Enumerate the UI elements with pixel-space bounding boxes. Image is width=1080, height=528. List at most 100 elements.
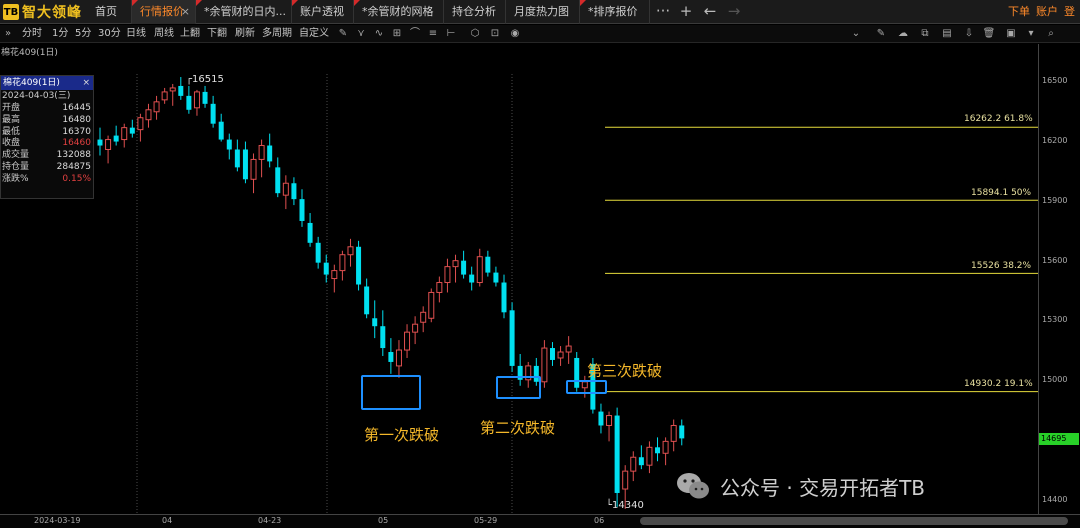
- candle: [186, 85, 192, 114]
- period-daily[interactable]: 日线: [126, 25, 146, 43]
- toolbar-expand-icon[interactable]: »: [5, 25, 11, 43]
- save-icon[interactable]: ▤: [940, 27, 954, 41]
- annotation-first-break: 第一次跌破: [364, 426, 440, 444]
- period-timeshare[interactable]: 分时: [22, 25, 42, 43]
- candle: [606, 411, 613, 442]
- candle: [404, 324, 411, 358]
- candle: [476, 248, 483, 287]
- close-icon[interactable]: ×: [181, 0, 190, 24]
- account-link[interactable]: 账户: [1036, 0, 1058, 24]
- candle: [574, 352, 580, 392]
- add-tab-icon[interactable]: +: [676, 0, 696, 24]
- eye-icon[interactable]: ◉: [508, 27, 522, 41]
- candle: [323, 254, 329, 283]
- candle: [210, 95, 216, 128]
- candle: [509, 302, 515, 372]
- tab-position-analysis[interactable]: 持仓分析: [444, 0, 506, 24]
- candle: [129, 119, 135, 138]
- watermark: 公众号 · 交易开拓者TB: [676, 469, 925, 503]
- period-1min[interactable]: 1分: [52, 25, 68, 43]
- candle: [161, 87, 168, 104]
- info-panel-header[interactable]: 棉花409(1日) ×: [1, 76, 93, 90]
- candle: [420, 306, 427, 333]
- breakdown-box: [361, 375, 421, 410]
- logo-icon: TB: [3, 4, 19, 20]
- page-down-button[interactable]: 下翻: [207, 25, 227, 43]
- price-tick: 14400: [1042, 495, 1068, 504]
- dropdown-icon[interactable]: ▾: [1024, 27, 1038, 41]
- copy-icon[interactable]: ⧉: [918, 27, 932, 41]
- edit-icon[interactable]: ✎: [874, 27, 888, 41]
- drawing-menu-icon[interactable]: ⌄: [848, 27, 864, 41]
- pen-icon[interactable]: ✎: [336, 27, 350, 41]
- arc-icon[interactable]: ⌒: [408, 27, 422, 41]
- period-30min[interactable]: 30分: [98, 25, 121, 43]
- download-icon[interactable]: ⇩: [962, 27, 976, 41]
- chart-toolbar: » 分时 1分 5分 30分 日线 周线 上翻 下翻 刷新 多周期 自定义 ✎ …: [0, 25, 1080, 43]
- close-icon[interactable]: ×: [82, 76, 90, 90]
- candle: [282, 175, 289, 210]
- candle: [347, 238, 354, 267]
- multi-period-button[interactable]: 多周期: [262, 25, 292, 43]
- candle: [461, 250, 467, 279]
- candle: [113, 125, 119, 146]
- price-tick: 15900: [1042, 196, 1068, 205]
- fork-icon[interactable]: ⋎: [354, 27, 368, 41]
- forward-arrow-icon[interactable]: →: [724, 0, 744, 24]
- candle: [202, 85, 208, 108]
- lock-icon[interactable]: ⊡: [488, 27, 502, 41]
- tab-quotes[interactable]: 行情报价 ×: [132, 0, 196, 24]
- candle: [137, 113, 144, 142]
- tab-monthly-heatmap[interactable]: 月度热力图: [506, 0, 580, 24]
- info-row-volume: 成交量 132088: [2, 150, 91, 161]
- order-link[interactable]: 下单: [1008, 0, 1030, 24]
- fib-label-50: 15894.1 50%: [971, 188, 1032, 198]
- chart-scrollbar[interactable]: [640, 517, 1068, 525]
- candle: [356, 240, 362, 291]
- candle: [679, 419, 685, 446]
- login-link[interactable]: 登录: [1064, 0, 1080, 42]
- fib-icon[interactable]: ≡: [426, 27, 440, 41]
- period-5min[interactable]: 5分: [75, 25, 91, 43]
- bar-info-panel: 棉花409(1日) × 2024-04-03(三) 开盘 16445 最高 16480…: [0, 75, 94, 199]
- date-tick: 05-29: [474, 516, 498, 525]
- tab-sort-quotes[interactable]: *排序报价: [580, 0, 650, 24]
- delete-icon[interactable]: 🗑: [982, 27, 996, 41]
- period-weekly[interactable]: 周线: [154, 25, 174, 43]
- candle: [662, 437, 669, 466]
- refresh-button[interactable]: 刷新: [235, 25, 255, 43]
- date-tick: 04-23: [258, 516, 282, 525]
- tab-grid[interactable]: *余管财的网格: [354, 0, 444, 24]
- layout-icon[interactable]: ▣: [1004, 27, 1018, 41]
- cloud-icon[interactable]: ☁: [896, 27, 910, 41]
- wave-icon[interactable]: ∿: [372, 27, 386, 41]
- back-arrow-icon[interactable]: ←: [700, 0, 720, 24]
- app-name: 智大领峰: [22, 5, 82, 21]
- breakdown-boxes: [361, 375, 607, 410]
- candle: [412, 316, 419, 345]
- price-tick: 15300: [1042, 315, 1068, 324]
- grid-icon[interactable]: ⊞: [390, 27, 404, 41]
- app-logo[interactable]: TB 智大领峰: [0, 0, 86, 24]
- page-up-button[interactable]: 上翻: [180, 25, 200, 43]
- candle: [315, 236, 321, 269]
- custom-button[interactable]: 自定义: [299, 25, 329, 43]
- fib-label-382: 15526 38.2%: [971, 261, 1032, 271]
- candle: [380, 310, 386, 356]
- tab-account-view[interactable]: 账户透视: [292, 0, 354, 24]
- ruler-icon[interactable]: ⊢: [444, 27, 458, 41]
- more-tabs-icon[interactable]: ···: [653, 0, 673, 24]
- candle: [549, 342, 555, 366]
- candle: [436, 276, 443, 303]
- price-tick: 15600: [1042, 256, 1068, 265]
- settings-hex-icon[interactable]: ⬡: [468, 27, 482, 41]
- current-price-tag: 14695: [1039, 433, 1079, 445]
- candle: [517, 353, 523, 386]
- search-icon[interactable]: ⌕: [1044, 27, 1058, 41]
- candlestick-chart[interactable]: [0, 44, 1038, 514]
- tab-intraday[interactable]: *余管财的日内...: [196, 0, 292, 24]
- info-row-open-interest: 持仓量 284875: [2, 161, 91, 172]
- tab-home[interactable]: 首页: [87, 0, 132, 24]
- candle: [670, 419, 677, 452]
- candle: [307, 213, 313, 247]
